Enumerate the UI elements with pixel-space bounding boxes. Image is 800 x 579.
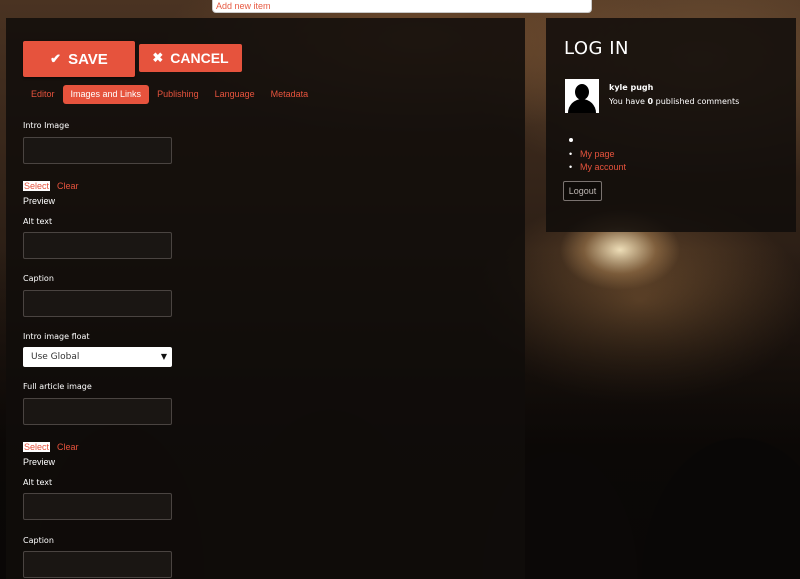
close-icon: ✖ bbox=[152, 50, 164, 65]
intro-float-value: Use Global bbox=[31, 352, 80, 362]
full-image-actions: Select Clear bbox=[23, 442, 79, 452]
full-caption-label: Caption bbox=[23, 536, 54, 545]
full-image-field[interactable] bbox=[23, 398, 172, 425]
login-title: LOG IN bbox=[564, 38, 629, 59]
cancel-button[interactable]: ✖ CANCEL bbox=[139, 44, 242, 72]
full-caption-field[interactable] bbox=[23, 551, 172, 578]
avatar-body bbox=[568, 99, 596, 113]
comments-prefix: You have bbox=[609, 97, 648, 106]
user-name: kyle pugh bbox=[609, 83, 654, 92]
add-new-item-input[interactable]: Add new item bbox=[212, 0, 592, 13]
full-image-clear-link[interactable]: Clear bbox=[57, 442, 79, 452]
tab-metadata[interactable]: Metadata bbox=[263, 85, 317, 104]
avatar-head bbox=[575, 84, 589, 100]
full-alt-text-field[interactable] bbox=[23, 493, 172, 520]
intro-float-select[interactable]: Use Global ▼ bbox=[23, 347, 172, 367]
intro-caption-field[interactable] bbox=[23, 290, 172, 317]
article-edit-panel: ✔ SAVE ✖ CANCEL Editor Images and Links … bbox=[6, 18, 525, 579]
tab-language[interactable]: Language bbox=[207, 85, 263, 104]
cancel-label: CANCEL bbox=[170, 50, 229, 66]
intro-caption-label: Caption bbox=[23, 274, 54, 283]
menu-bullet bbox=[569, 138, 573, 142]
intro-image-select-link[interactable]: Select bbox=[23, 181, 51, 191]
logout-button[interactable]: Logout bbox=[563, 181, 602, 201]
intro-image-preview-label: Preview bbox=[23, 196, 56, 206]
intro-float-label: Intro image float bbox=[23, 332, 90, 341]
tab-images-and-links[interactable]: Images and Links bbox=[62, 85, 150, 104]
intro-alt-text-label: Alt text bbox=[23, 217, 53, 226]
intro-image-actions: Select Clear bbox=[23, 181, 79, 191]
intro-image-label: Intro Image bbox=[23, 121, 70, 130]
comments-suffix: published comments bbox=[653, 97, 740, 106]
chevron-down-icon: ▼ bbox=[160, 352, 167, 361]
full-image-preview-label: Preview bbox=[23, 457, 56, 467]
intro-image-clear-link[interactable]: Clear bbox=[57, 181, 79, 191]
save-label: SAVE bbox=[68, 50, 108, 68]
my-page-link[interactable]: My page bbox=[569, 149, 614, 159]
full-image-label: Full article image bbox=[23, 382, 92, 391]
edit-tabs: Editor Images and Links Publishing Langu… bbox=[23, 85, 316, 104]
login-panel: LOG IN kyle pugh You have 0 published co… bbox=[546, 18, 796, 232]
user-comment-count: You have 0 published comments bbox=[609, 97, 739, 106]
intro-alt-text-field[interactable] bbox=[23, 232, 172, 259]
my-account-link[interactable]: My account bbox=[569, 162, 626, 172]
full-image-select-link[interactable]: Select bbox=[23, 442, 51, 452]
save-button[interactable]: ✔ SAVE bbox=[23, 41, 135, 77]
avatar bbox=[565, 79, 599, 113]
check-icon: ✔ bbox=[50, 51, 62, 66]
full-alt-text-label: Alt text bbox=[23, 478, 53, 487]
intro-image-field[interactable] bbox=[23, 137, 172, 164]
tab-publishing[interactable]: Publishing bbox=[149, 85, 207, 104]
tab-editor[interactable]: Editor bbox=[23, 85, 63, 104]
